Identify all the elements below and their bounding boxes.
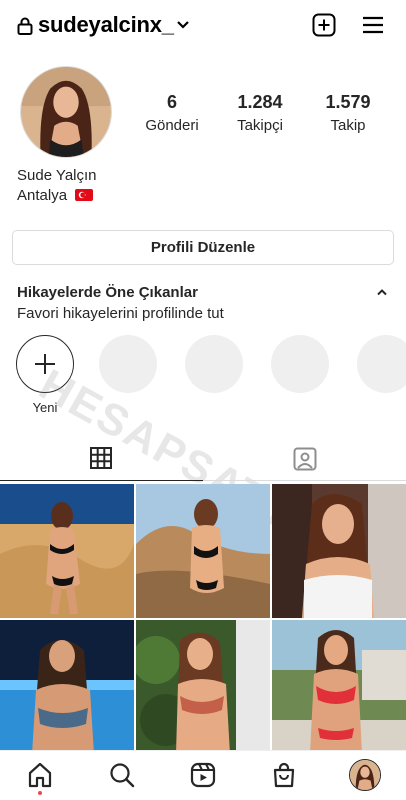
highlights-subtitle: Favori hikayelerini profilinde tut — [17, 305, 224, 322]
location-text: Antalya — [17, 187, 68, 204]
post-thumbnail[interactable] — [0, 620, 134, 750]
stat-posts[interactable]: 6 Gönderi — [127, 91, 217, 137]
followers-label: Takipçi — [237, 117, 283, 134]
username-title[interactable]: sudeyalcinx_ — [38, 12, 174, 38]
post-thumbnail[interactable] — [0, 484, 134, 618]
posts-label: Gönderi — [145, 117, 199, 134]
grid-icon — [90, 447, 112, 469]
notification-dot — [38, 791, 42, 795]
menu-icon[interactable] — [361, 15, 385, 35]
turkey-flag-icon — [75, 189, 94, 201]
plus-icon — [35, 354, 55, 374]
post-thumbnail[interactable] — [136, 620, 270, 750]
tab-grid[interactable] — [0, 437, 203, 481]
new-post-icon[interactable] — [312, 13, 336, 37]
new-highlight-label: Yeni — [32, 400, 58, 415]
home-icon[interactable] — [26, 761, 54, 789]
shop-icon[interactable] — [270, 761, 298, 789]
following-label: Takip — [330, 117, 366, 134]
highlight-placeholder — [185, 335, 243, 393]
post-thumbnail[interactable] — [272, 484, 406, 618]
full-name: Sude Yalçın — [17, 167, 97, 184]
following-count: 1.579 — [325, 92, 371, 112]
stat-following[interactable]: 1.579 Takip — [303, 91, 393, 137]
tagged-icon — [293, 447, 317, 471]
highlight-placeholder — [357, 335, 406, 393]
followers-count: 1.284 — [237, 92, 283, 112]
reels-icon[interactable] — [189, 761, 217, 789]
tab-tagged[interactable] — [203, 437, 406, 481]
stat-followers[interactable]: 1.284 Takipçi — [215, 91, 305, 137]
bottom-nav — [0, 750, 406, 800]
location-line: Antalya — [17, 187, 94, 204]
lock-icon — [17, 17, 33, 35]
highlight-placeholder — [99, 335, 157, 393]
profile-avatar[interactable] — [349, 759, 381, 791]
posts-count: 6 — [166, 92, 177, 112]
profile-avatar[interactable] — [20, 66, 112, 158]
new-highlight-button[interactable] — [16, 335, 74, 393]
chevron-down-icon[interactable] — [176, 20, 190, 30]
search-icon[interactable] — [108, 761, 136, 789]
highlight-placeholder — [271, 335, 329, 393]
edit-profile-button[interactable]: Profili Düzenle — [12, 230, 394, 265]
posts-grid — [0, 484, 406, 750]
highlights-title: Hikayelerde Öne Çıkanlar — [17, 284, 198, 301]
post-thumbnail[interactable] — [272, 620, 406, 750]
post-thumbnail[interactable] — [136, 484, 270, 618]
profile-tabs — [0, 437, 406, 481]
top-bar: sudeyalcinx_ — [0, 0, 406, 52]
chevron-up-icon[interactable] — [376, 288, 388, 296]
